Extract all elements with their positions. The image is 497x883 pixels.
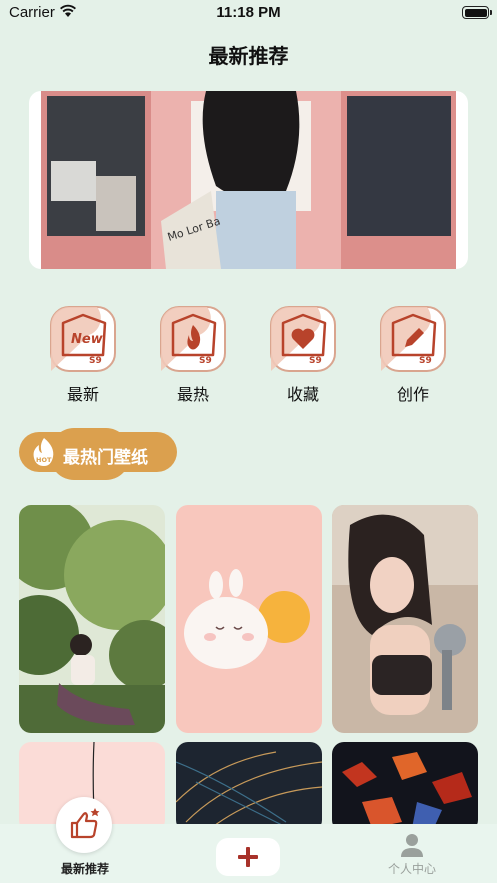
tab-home-label: 最新推荐 xyxy=(60,862,109,876)
wallpaper-image xyxy=(176,742,322,832)
category-label-hottest: 最热 xyxy=(176,385,209,404)
new-badge-icon: New S9 xyxy=(50,306,116,372)
svg-text:S9: S9 xyxy=(89,356,102,366)
pencil-icon: S9 xyxy=(380,306,446,372)
wallpaper-tile[interactable] xyxy=(332,742,478,832)
banner-image: Mo Lor Ba xyxy=(41,91,456,269)
wallpaper-tile[interactable] xyxy=(332,505,478,733)
page-title: 最新推荐 xyxy=(208,44,289,68)
svg-text:HOT: HOT xyxy=(36,456,52,464)
svg-text:S9: S9 xyxy=(309,356,322,366)
wallpaper-image xyxy=(19,505,165,733)
wallpaper-tile[interactable] xyxy=(176,742,322,832)
category-label-create: 创作 xyxy=(396,385,429,404)
wallpaper-image xyxy=(332,742,478,832)
thumbs-up-icon xyxy=(70,808,100,839)
hot-flame-icon: HOT xyxy=(33,438,54,466)
tab-home-button[interactable] xyxy=(56,797,112,853)
svg-text:New: New xyxy=(71,332,104,347)
profile-icon[interactable] xyxy=(400,832,424,858)
add-button[interactable] xyxy=(216,838,280,876)
wallpaper-image xyxy=(332,505,478,733)
wallpaper-tile[interactable] xyxy=(19,505,165,733)
plus-icon xyxy=(238,847,258,867)
wallpaper-tile[interactable] xyxy=(176,505,322,733)
category-create[interactable]: S9 创作 xyxy=(378,305,448,405)
heart-icon: S9 xyxy=(270,306,336,372)
category-label-newest: 最新 xyxy=(66,385,99,404)
wallpaper-image xyxy=(176,505,322,733)
hot-wallpapers-title: 最热门壁纸 xyxy=(63,448,148,468)
tab-profile-label[interactable]: 个人中心 xyxy=(380,860,444,877)
status-bar: Carrier 11:18 PM xyxy=(0,0,497,26)
status-time: 11:18 PM xyxy=(216,4,281,21)
flame-icon: S9 xyxy=(160,306,226,372)
category-label-favorites: 收藏 xyxy=(286,385,319,404)
battery-icon xyxy=(462,6,492,19)
banner-carousel[interactable]: Mo Lor Ba xyxy=(29,91,468,269)
svg-text:S9: S9 xyxy=(199,356,212,366)
svg-text:S9: S9 xyxy=(419,356,432,366)
category-favorites[interactable]: S9 收藏 xyxy=(268,305,338,405)
category-newest[interactable]: New S9 最新 xyxy=(48,305,118,405)
category-hottest[interactable]: S9 最热 xyxy=(158,305,228,405)
